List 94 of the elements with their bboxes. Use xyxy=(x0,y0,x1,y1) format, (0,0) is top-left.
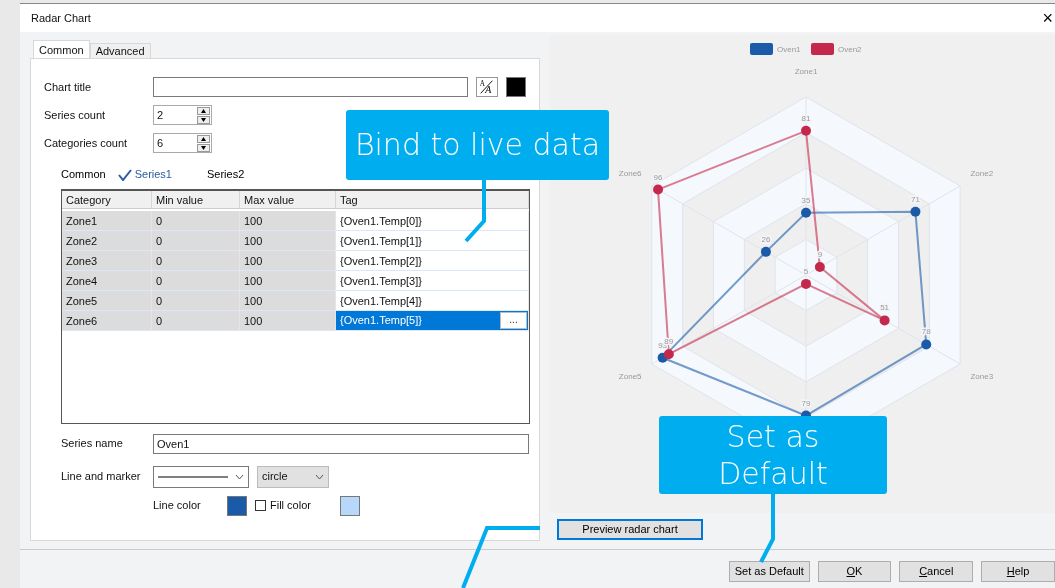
dialog-button[interactable]: Cancel xyxy=(899,561,974,582)
series-count-spinner[interactable]: 2 xyxy=(153,105,212,125)
data-label: 9 xyxy=(817,250,823,259)
color-swatch[interactable] xyxy=(227,495,247,516)
dialog-button[interactable]: Help xyxy=(981,561,1055,582)
fill-color-checkbox[interactable] xyxy=(255,500,266,511)
dialog-button[interactable]: OK xyxy=(817,561,892,582)
axis-label: Zone5 xyxy=(618,371,642,381)
table-cell: 0 xyxy=(152,310,240,331)
data-label: 96 xyxy=(653,172,663,182)
table-cell: 100 xyxy=(240,290,336,311)
preview-button[interactable]: Preview radar chart xyxy=(557,519,703,540)
table-cell: {Oven1.Temp[2]} xyxy=(336,250,529,271)
color-swatch[interactable] xyxy=(506,77,526,97)
chevron-down-icon xyxy=(315,473,324,480)
column-header: Category xyxy=(62,190,152,209)
line-style-dropdown[interactable] xyxy=(153,465,249,488)
table-cell: 0 xyxy=(152,270,240,291)
table-cell: 0 xyxy=(152,230,240,251)
checkmark-icon xyxy=(117,169,132,182)
leader-line xyxy=(759,494,775,563)
categories-count-spinner[interactable]: 6 xyxy=(153,133,212,153)
field-label: Fill color xyxy=(270,498,312,514)
data-label: 81 xyxy=(801,113,811,123)
table-cell: Zone4 xyxy=(62,270,152,291)
data-label: 51 xyxy=(880,303,890,313)
table-cell: Zone3 xyxy=(62,250,152,271)
data-label: 5 xyxy=(803,266,809,276)
table-cell: Zone2 xyxy=(62,230,152,251)
table-cell: 100 xyxy=(240,230,336,251)
window-title: Radar Chart xyxy=(31,10,91,26)
axis-label: Zone2 xyxy=(970,168,994,178)
callout-label: Bind to live data xyxy=(346,110,609,180)
field-label: Line and marker xyxy=(61,469,142,485)
column-header: Min value xyxy=(152,190,240,209)
table-cell: 100 xyxy=(240,310,336,331)
series-tab[interactable]: Series1 xyxy=(117,166,172,183)
table-cell: {Oven1.Temp[1]} xyxy=(336,230,529,251)
data-point xyxy=(801,207,811,218)
data-label: 26 xyxy=(761,234,771,244)
series-tab[interactable]: Common xyxy=(61,166,106,183)
marker-dropdown[interactable]: circle xyxy=(257,465,329,488)
chart-title-field[interactable] xyxy=(153,77,468,97)
field-label: Series count xyxy=(44,107,107,123)
data-point xyxy=(879,315,890,326)
axis-label: Zone6 xyxy=(618,168,642,178)
series-tab[interactable]: Series2 xyxy=(207,166,245,183)
data-point xyxy=(760,246,771,257)
legend-label: Oven2 xyxy=(838,45,862,54)
table-cell: 0 xyxy=(152,210,240,231)
spin-arrows-icon xyxy=(197,106,210,124)
axis-label: Zone1 xyxy=(794,67,818,77)
callout-label: Set as Default xyxy=(659,416,887,494)
ellipsis-button[interactable]: ... xyxy=(500,311,527,329)
color-swatch[interactable] xyxy=(340,495,360,516)
table-cell: 100 xyxy=(240,210,336,231)
cell-text: {Oven1.Temp[5]} xyxy=(340,313,422,328)
data-point xyxy=(663,349,674,360)
data-point xyxy=(801,278,811,289)
tab[interactable]: Advanced xyxy=(89,43,151,58)
table-cell: {Oven1.Temp[4]} xyxy=(336,290,529,311)
table-cell: 0 xyxy=(152,290,240,311)
tab[interactable]: Common xyxy=(33,40,90,58)
line-sample-icon xyxy=(158,474,228,479)
data-label: 71 xyxy=(911,194,920,204)
table-cell: {Oven1.Temp[3]} xyxy=(336,270,529,291)
data-label: 79 xyxy=(801,398,811,408)
column-header: Max value xyxy=(240,190,336,209)
data-point xyxy=(814,262,825,272)
series-name-field[interactable]: Oven1 xyxy=(153,433,529,454)
data-point xyxy=(801,125,811,136)
axis-label: Zone3 xyxy=(970,371,994,381)
close-button[interactable]: × xyxy=(1042,9,1053,27)
table-cell: 0 xyxy=(152,250,240,271)
dialog-button[interactable]: Set as Default xyxy=(729,561,810,582)
table-cell: Zone5 xyxy=(62,290,152,311)
table-cell: 100 xyxy=(240,270,336,291)
table-cell: Zone1 xyxy=(62,210,152,231)
spin-arrows-icon xyxy=(197,134,210,152)
table-cell: {Oven1.Temp[0]} xyxy=(336,210,529,231)
leader-line xyxy=(464,180,486,243)
field-label: Categories count xyxy=(44,135,129,151)
chevron-down-icon xyxy=(235,473,244,480)
field-label: Chart title xyxy=(44,79,93,95)
field-label: Line color xyxy=(153,498,202,514)
column-header: Tag xyxy=(336,190,529,209)
data-label: 35 xyxy=(801,195,811,205)
table-cell: 100 xyxy=(240,250,336,271)
legend-label: Oven1 xyxy=(777,45,801,54)
table-cell: Zone6 xyxy=(62,310,152,331)
data-point xyxy=(653,184,663,195)
field-label: Series name xyxy=(61,436,124,452)
data-point xyxy=(910,206,921,217)
data-point xyxy=(921,339,932,350)
